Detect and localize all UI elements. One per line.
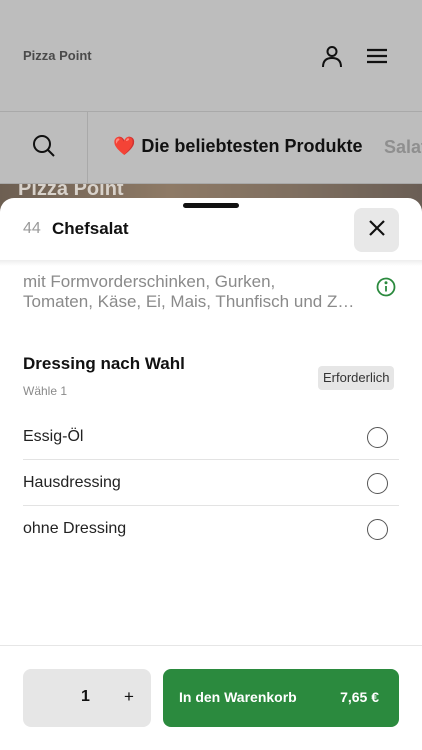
- search-icon: [32, 134, 56, 163]
- close-button[interactable]: [354, 208, 399, 252]
- option-group-subtitle: Wähle 1: [23, 384, 68, 398]
- app-header: Pizza Point: [0, 0, 422, 112]
- quantity-plus-button[interactable]: +: [119, 686, 139, 708]
- price-label: 7,65 €: [340, 689, 379, 705]
- radio-button[interactable]: [367, 519, 388, 540]
- radio-button[interactable]: [367, 427, 388, 448]
- option-hausdressing[interactable]: Hausdressing: [23, 460, 399, 506]
- sheet-header: 44 Chefsalat: [0, 208, 422, 260]
- required-badge: Erforderlich: [318, 366, 395, 390]
- option-ohne-dressing[interactable]: ohne Dressing: [23, 506, 399, 552]
- category-bar: ❤️ Die beliebtesten Produkte Salat: [0, 112, 422, 184]
- header-divider: [0, 260, 422, 266]
- quantity-stepper[interactable]: 1 +: [23, 669, 151, 727]
- search-button[interactable]: [0, 112, 88, 184]
- brand-name: Pizza Point: [23, 48, 92, 63]
- add-to-cart-button[interactable]: In den Warenkorb 7,65 €: [163, 669, 399, 727]
- product-name: Chefsalat: [52, 219, 129, 238]
- category-tab-salat[interactable]: Salat: [384, 137, 422, 158]
- product-sheet: 44 Chefsalat mit Formvorderschinken, Gur…: [0, 198, 422, 750]
- radio-button[interactable]: [367, 473, 388, 494]
- product-description: mit Formvorderschinken, Gurken, Tomaten,…: [23, 272, 373, 312]
- category-tab-popular[interactable]: ❤️ Die beliebtesten Produkte: [113, 136, 362, 157]
- option-list: Essig-Öl Hausdressing ohne Dressing: [23, 414, 399, 552]
- option-label: Essig-Öl: [23, 428, 84, 445]
- menu-icon[interactable]: [363, 42, 391, 70]
- sheet-footer: 1 + In den Warenkorb 7,65 €: [0, 645, 422, 750]
- info-icon[interactable]: [376, 277, 396, 297]
- option-label: Hausdressing: [23, 474, 121, 491]
- option-group-title: Dressing nach Wahl: [23, 354, 185, 373]
- option-essig-oel[interactable]: Essig-Öl: [23, 414, 399, 460]
- description-line: Tomaten, Käse, Ei, Mais, Thunfisch und Z…: [23, 292, 355, 311]
- product-number: 44: [23, 220, 41, 237]
- option-label: ohne Dressing: [23, 520, 127, 537]
- category-tab-label: Die beliebtesten Produkte: [141, 136, 363, 156]
- add-to-cart-label: In den Warenkorb: [179, 689, 297, 705]
- user-icon[interactable]: [318, 42, 346, 70]
- quantity-value: 1: [81, 688, 90, 705]
- description-line: mit Formvorderschinken, Gurken,: [23, 272, 276, 291]
- heart-icon: ❤️: [113, 136, 136, 156]
- close-icon: [368, 219, 386, 242]
